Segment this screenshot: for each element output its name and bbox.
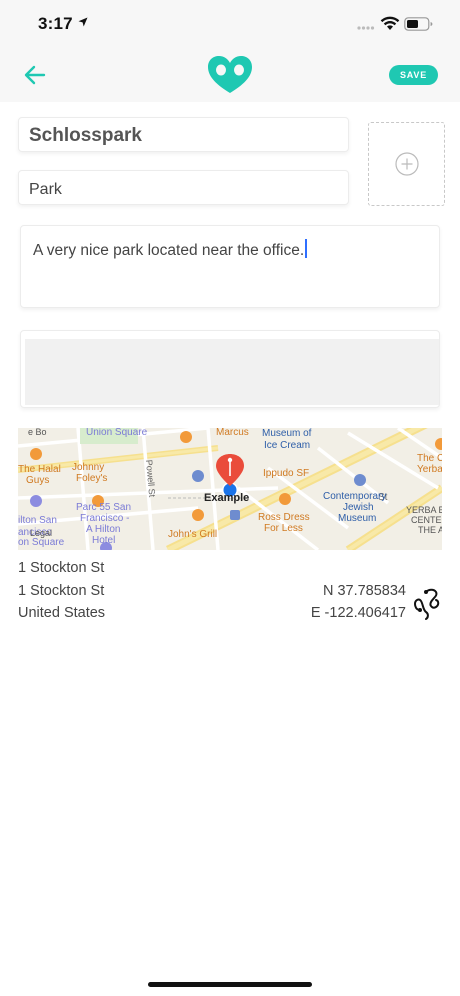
- address-country: United States: [18, 605, 106, 621]
- type-value: Park: [29, 181, 62, 198]
- longitude: E -122.406417: [310, 605, 406, 621]
- secondary-field[interactable]: [20, 330, 440, 408]
- map-label-marcus: Marcus: [216, 428, 249, 438]
- map-label-yerba-1: YERBA B: [406, 505, 442, 515]
- plus-circle-icon: [395, 152, 419, 176]
- map-label-halal-2: Guys: [26, 475, 49, 486]
- map-label-contemporary-1: Contemporary: [323, 491, 386, 502]
- type-field[interactable]: Park: [18, 170, 349, 205]
- app-logo-icon: [208, 56, 252, 93]
- map-label-the-c-2: Yerba: [417, 464, 442, 475]
- map-label-example: Example: [204, 492, 249, 504]
- location-arrow-icon: [78, 17, 88, 27]
- status-bar: 3:17: [0, 0, 460, 48]
- map-label-johnny-2: Foley's: [76, 473, 107, 484]
- directions-route-icon[interactable]: [414, 588, 440, 620]
- map-label-halal-1: The Halal: [18, 464, 61, 475]
- signal-icon: [357, 26, 375, 30]
- map-label-parc-2: Francisco -: [80, 513, 129, 524]
- address-line-2: 1 Stockton St: [18, 583, 105, 599]
- text-cursor: [305, 239, 308, 258]
- wifi-icon: [380, 16, 400, 30]
- latitude: N 37.785834: [322, 583, 406, 599]
- map-label-yerba-3: THE A: [418, 525, 442, 535]
- map-label-parc-1: Parc 55 San: [76, 502, 131, 513]
- description-field[interactable]: A very nice park located near the office…: [20, 225, 440, 308]
- back-arrow-icon: [24, 65, 46, 85]
- back-button[interactable]: [20, 60, 50, 90]
- map-label-ross-1: Ross Dress: [258, 512, 310, 523]
- map-label-the-c-1: The C: [417, 453, 442, 464]
- name-value: Schlosspark: [29, 125, 142, 146]
- map-label-yerba-2: CENTE: [411, 515, 442, 525]
- map-label-ippudo: Ippudo SF: [263, 468, 309, 479]
- map-label-union-square: Union Square: [86, 428, 148, 438]
- location-map[interactable]: Union Square ilton San ancisco on Square…: [18, 428, 442, 550]
- map-label-johnny-1: Johnny: [72, 462, 104, 473]
- secondary-field-fill: [25, 339, 439, 405]
- map-label-legal: Legal: [30, 528, 52, 538]
- name-field[interactable]: Schlosspark: [18, 117, 349, 152]
- save-button[interactable]: SAVE: [389, 65, 438, 85]
- map-label-parc-3: A Hilton: [86, 524, 120, 535]
- add-photo-button[interactable]: [368, 122, 445, 206]
- map-label-contemporary-3: Museum: [338, 513, 376, 524]
- map-label-museum: Museum of: [262, 428, 312, 439]
- description-value: A very nice park located near the office…: [33, 242, 305, 259]
- map-label-johns-grill: John's Grill: [168, 529, 217, 540]
- status-time: 3:17: [38, 14, 73, 33]
- map-label-ross-2: For Less: [264, 523, 303, 534]
- nav-bar: SAVE: [0, 48, 460, 102]
- map-label-parc-4: Hotel: [92, 535, 115, 546]
- address-line-1: 1 Stockton St: [18, 560, 105, 576]
- home-indicator: [148, 982, 312, 987]
- map-label-bo: e Bo: [28, 428, 47, 437]
- map-label-hilton-1: ilton San: [18, 515, 57, 526]
- map-label-hilton-3: on Square: [18, 537, 65, 548]
- map-label-ice-cream: Ice Cream: [264, 440, 310, 451]
- battery-icon: [404, 17, 433, 31]
- map-label-contemporary-2: Jewish: [343, 502, 374, 513]
